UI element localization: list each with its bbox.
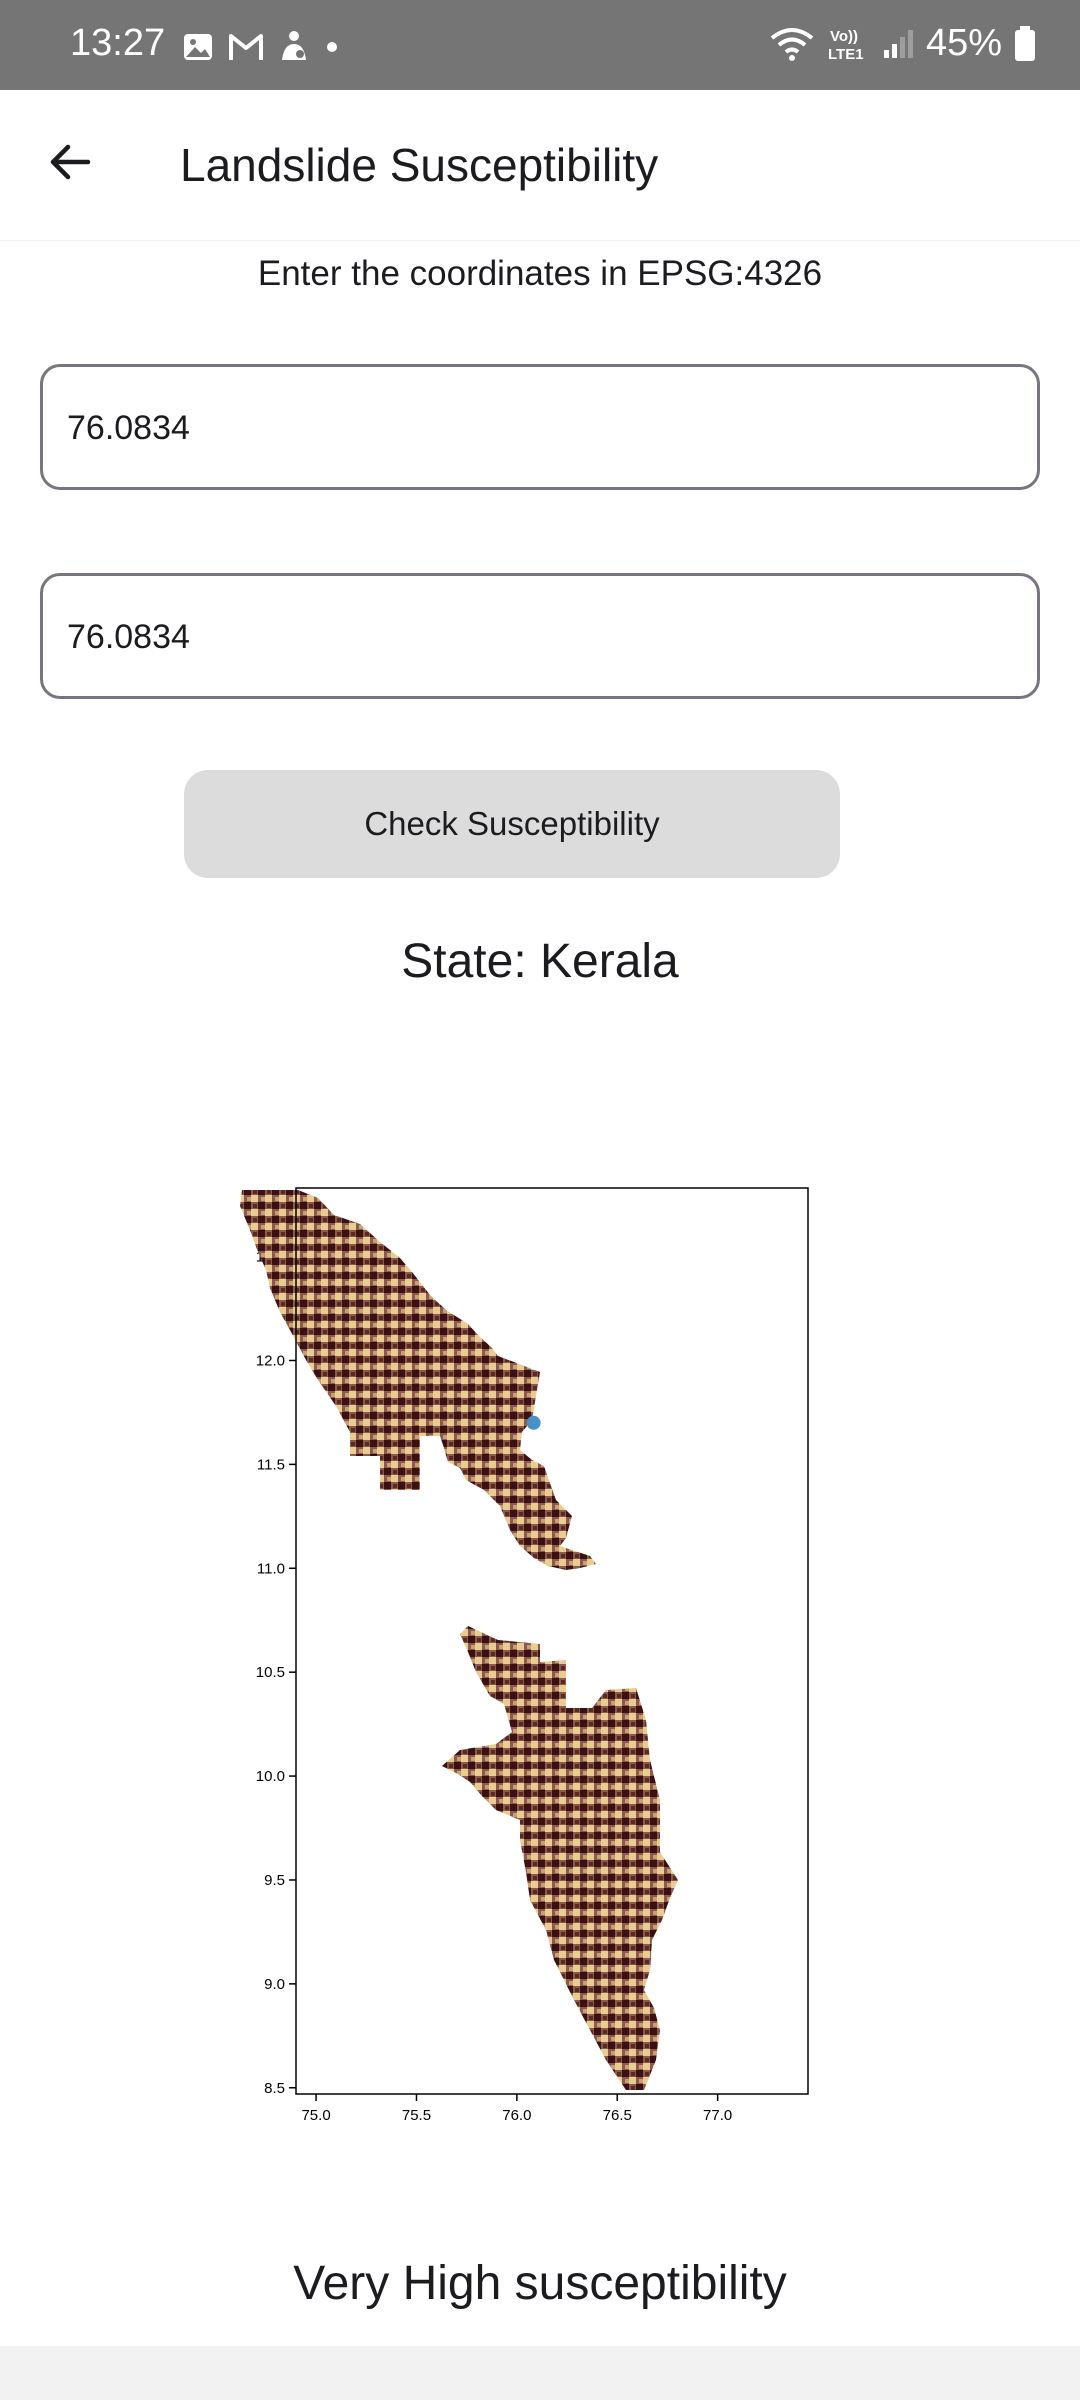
bottom-navigation-area [0,2346,1080,2400]
kerala-raster [240,1190,678,2090]
x-tick-label: 75.0 [301,2107,330,2124]
status-right: Vo)) LTE1 45% [770,22,1036,65]
susceptibility-map: 75.0 75.5 76.0 76.5 77.0 8.5 9.0 9.5 10.0 10.5 11.… [240,1187,809,2124]
kerala-north-region [240,1190,596,1570]
volte-lte-icon: Vo)) LTE1 [828,28,864,62]
gmail-icon [229,34,263,60]
longitude-input[interactable] [65,367,1019,489]
y-tick-label: 9.0 [264,1976,285,1993]
x-tick-label: 75.5 [402,2107,431,2124]
instruction-text: Enter the coordinates in EPSG:4326 [257,254,823,293]
battery-icon [1015,25,1035,61]
arrow-back-icon [50,144,91,180]
y-tick-label: 8.5 [264,2080,285,2097]
y-tick-label: 10.0 [256,1768,285,1785]
app-notification-icon [282,31,306,60]
notification-icons [182,30,340,64]
wifi-icon [770,27,814,61]
susceptibility-result: Very High susceptibility [293,2257,787,2310]
x-tick-label: 77.0 [703,2107,732,2124]
signal-icon [883,29,913,58]
x-tick-label: 76.5 [603,2107,632,2124]
battery-percent: 45% [925,22,1002,64]
state-result: State: Kerala [401,935,679,988]
back-button[interactable] [40,132,100,192]
x-tick-label: 76.0 [502,2107,531,2124]
y-tick-label: 12.0 [256,1352,285,1369]
status-time: 13:27 [70,22,166,64]
kerala-south-region [442,1626,678,2090]
latitude-field[interactable] [40,573,1040,699]
svg-text:Vo)): Vo)) [830,28,858,45]
y-tick-label: 11.5 [257,1456,285,1473]
selected-location-point [526,1415,541,1430]
more-notifications-dot-icon [327,42,337,52]
longitude-field[interactable] [40,364,1040,490]
y-tick-label: 9.5 [264,1872,285,1889]
svg-text:LTE1: LTE1 [828,46,864,62]
gallery-icon [184,34,212,60]
latitude-input[interactable] [65,576,1019,698]
y-tick-label: 11.0 [257,1560,285,1577]
app-bar: Landslide Susceptibility [0,90,1080,241]
check-susceptibility-button[interactable]: Check Susceptibility [184,770,840,878]
status-bar: 13:27 Vo)) LTE1 45% [0,0,1080,90]
page-title: Landslide Susceptibility [180,139,659,191]
y-tick-label: 10.5 [256,1664,285,1681]
